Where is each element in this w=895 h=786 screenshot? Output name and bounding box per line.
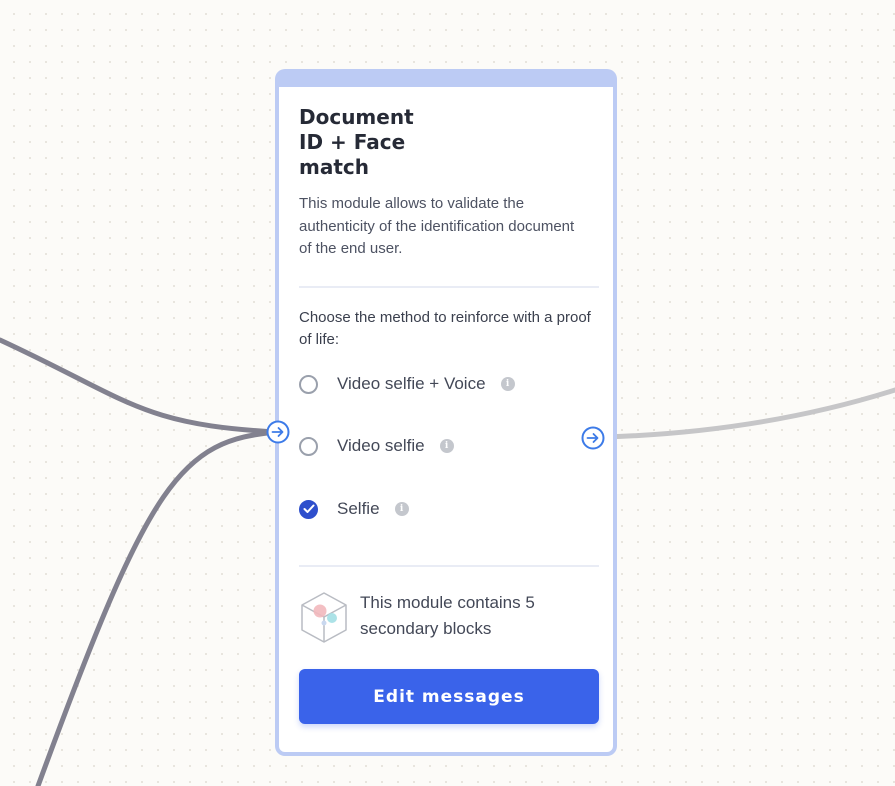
info-icon[interactable]: i <box>439 439 454 453</box>
option-video-selfie-voice[interactable]: Video selfie + Voice i <box>299 372 515 396</box>
option-label: Video selfie + Voice <box>337 374 486 393</box>
radio-button[interactable] <box>299 374 318 394</box>
secondary-blocks-text: This module contains 5 secondary blocks <box>360 593 535 638</box>
option-label: Selfie <box>337 499 380 518</box>
radio-button[interactable] <box>299 436 318 456</box>
secondary-blocks-info: This module contains 5 secondary blocks <box>299 590 580 659</box>
radio-button-checked[interactable] <box>299 499 318 519</box>
input-port-arrow-icon[interactable] <box>266 420 290 444</box>
option-selfie[interactable]: Selfie i <box>299 497 409 521</box>
info-icon[interactable]: i <box>500 377 515 391</box>
option-video-selfie[interactable]: Video selfie i <box>299 434 454 458</box>
divider <box>299 286 599 288</box>
option-label: Video selfie <box>337 436 425 455</box>
outgoing-connector <box>602 387 895 440</box>
module-title: Document ID + Face match <box>299 105 414 179</box>
divider <box>299 565 599 567</box>
info-icon[interactable]: i <box>394 502 409 516</box>
proof-of-life-prompt: Choose the method to reinforce with a pr… <box>299 309 591 348</box>
edit-messages-button[interactable]: Edit messages <box>299 669 599 724</box>
incoming-connector-upper <box>0 337 281 435</box>
module-card[interactable]: Document ID + Face match This module all… <box>275 69 617 756</box>
module-description: This module allows to validate the authe… <box>299 195 575 257</box>
output-port-arrow-icon[interactable] <box>581 426 605 450</box>
incoming-connector-lower <box>35 429 281 786</box>
cube-icon <box>301 592 347 643</box>
check-icon <box>303 504 314 513</box>
